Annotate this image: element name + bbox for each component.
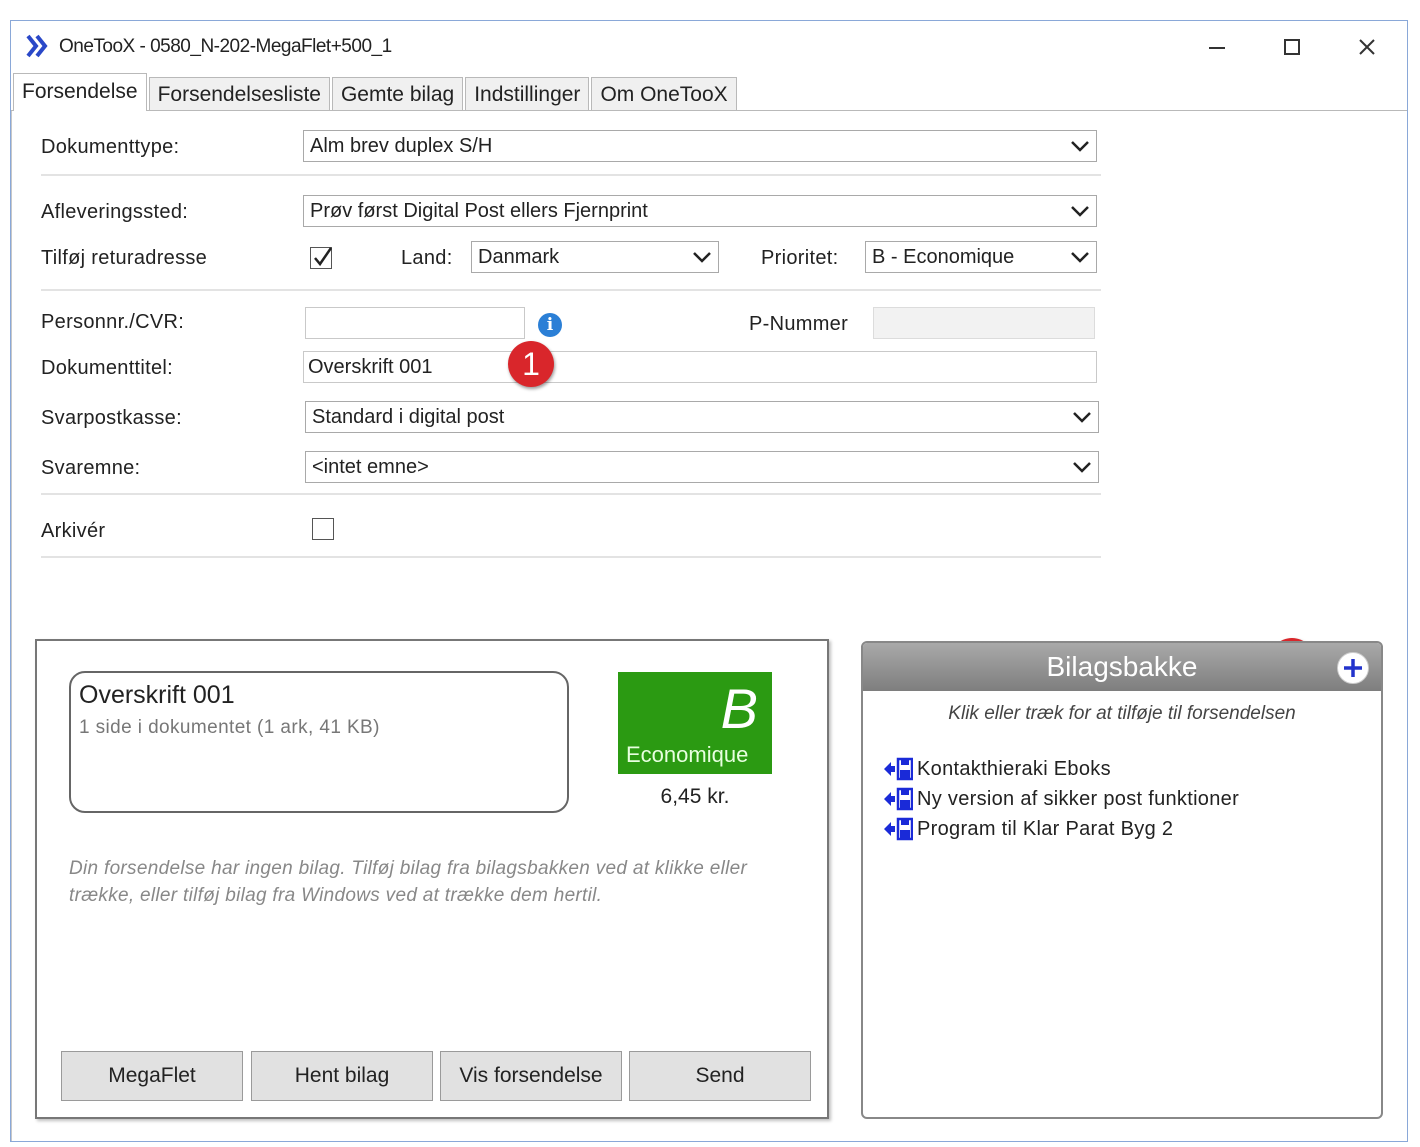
prioritet-label: Prioritet:	[761, 247, 839, 269]
prioritet-select[interactable]: B - Economique	[865, 241, 1097, 273]
minimize-icon	[1209, 47, 1225, 49]
maximize-button[interactable]	[1266, 29, 1318, 65]
tab-indstillinger[interactable]: Indstillinger	[465, 77, 590, 111]
priority-name: Economique	[626, 742, 749, 767]
prioritet-value: B - Economique	[872, 246, 1015, 268]
returadresse-label: Tilføj returadresse	[41, 247, 208, 269]
dokumenttitel-input[interactable]: Overskrift 001	[303, 351, 1097, 383]
personnr-label: Personnr./CVR:	[41, 311, 185, 333]
tray-item-label: Kontakthieraki Eboks	[917, 757, 1111, 780]
divider	[41, 174, 1101, 176]
document-title: Overskrift 001	[79, 681, 235, 709]
document-card[interactable]: Overskrift 001 1 side i dokumentet (1 ar…	[69, 671, 569, 813]
land-select[interactable]: Danmark	[471, 241, 719, 273]
tab-forsendelsesliste[interactable]: Forsendelsesliste	[148, 77, 330, 111]
tab-om-onetoox[interactable]: Om OneTooX	[591, 77, 737, 111]
tray-header: Bilagsbakke	[863, 643, 1381, 691]
close-button[interactable]	[1341, 29, 1393, 65]
svarpostkasse-label: Svarpostkasse:	[41, 407, 182, 429]
close-icon	[1359, 39, 1375, 55]
chevron-down-icon	[1071, 252, 1089, 263]
divider	[41, 556, 1101, 558]
divider	[41, 493, 1101, 495]
minimize-button[interactable]	[1191, 29, 1243, 65]
arrow-left-save-icon	[884, 757, 913, 781]
tray-item[interactable]: Program til Klar Parat Byg 2	[883, 815, 1173, 843]
add-attachment-button[interactable]	[1337, 652, 1369, 684]
chevron-down-icon	[1073, 412, 1091, 423]
afleveringssted-label: Afleveringssted:	[41, 201, 189, 223]
svaremne-label: Svaremne:	[41, 457, 141, 479]
no-attachments-message: Din forsendelse har ingen bilag. Tilføj …	[69, 858, 748, 906]
priority-letter: B	[720, 677, 758, 740]
dokumenttype-select[interactable]: Alm brev duplex S/H	[303, 130, 1097, 162]
svarpostkasse-select[interactable]: Standard i digital post	[305, 401, 1099, 433]
land-label: Land:	[401, 247, 453, 269]
svaremne-value: <intet emne>	[312, 456, 429, 478]
price-label: 6,45 kr.	[660, 785, 730, 808]
vis-forsendelse-button[interactable]: Vis forsendelse	[440, 1051, 622, 1101]
svaremne-select[interactable]: <intet emne>	[305, 451, 1099, 483]
dokumenttype-label: Dokumenttype:	[41, 136, 180, 158]
tray-item[interactable]: Ny version af sikker post funktioner	[883, 785, 1239, 813]
afleveringssted-select[interactable]: Prøv først Digital Post ellers Fjernprin…	[303, 195, 1097, 227]
arkiver-checkbox[interactable]	[312, 518, 334, 540]
afleveringssted-value: Prøv først Digital Post ellers Fjernprin…	[310, 200, 648, 222]
svarpostkasse-value: Standard i digital post	[312, 406, 505, 428]
chevron-down-icon	[1071, 141, 1089, 152]
document-info: 1 side i dokumentet (1 ark, 41 KB)	[79, 717, 380, 738]
title-bar: OneTooX - 0580_N-202-MegaFlet+500_1	[11, 21, 1407, 73]
app-window: OneTooX - 0580_N-202-MegaFlet+500_1 Fors…	[10, 20, 1408, 1142]
info-icon[interactable]: i	[538, 313, 562, 337]
attachment-tray: Bilagsbakke Klik eller træk for at tilfø…	[861, 641, 1383, 1119]
personnr-input[interactable]	[305, 307, 525, 339]
maximize-icon	[1284, 39, 1300, 55]
chevron-down-icon	[1073, 462, 1091, 473]
panel-left-border	[11, 111, 12, 1141]
megaflet-button[interactable]: MegaFlet	[61, 1051, 243, 1101]
land-value: Danmark	[478, 246, 560, 268]
priority-badge: B Economique	[618, 672, 772, 774]
tab-forsendelse[interactable]: Forsendelse	[13, 73, 147, 111]
annotation-badge-1: 1	[508, 341, 554, 387]
tray-title: Bilagsbakke	[1046, 651, 1198, 682]
dokumenttype-value: Alm brev duplex S/H	[310, 135, 493, 157]
tray-item-label: Program til Klar Parat Byg 2	[917, 817, 1174, 840]
checkmark-icon	[314, 247, 333, 267]
arrow-left-save-icon	[884, 817, 913, 841]
arrow-left-save-icon	[884, 787, 913, 811]
send-button[interactable]: Send	[629, 1051, 811, 1101]
chevron-down-icon	[693, 252, 711, 263]
onetoox-logo-icon	[26, 34, 48, 58]
window-title: OneTooX - 0580_N-202-MegaFlet+500_1	[59, 36, 392, 57]
pnummer-input[interactable]	[873, 307, 1095, 339]
plus-icon	[1344, 659, 1362, 677]
tab-gemte-bilag[interactable]: Gemte bilag	[331, 77, 464, 111]
tray-hint: Klik eller træk for at tilføje til forse…	[948, 703, 1296, 724]
tab-divider	[11, 110, 1407, 111]
pnummer-label: P-Nummer	[749, 313, 849, 335]
divider	[41, 289, 1101, 291]
hent-bilag-button[interactable]: Hent bilag	[251, 1051, 433, 1101]
tray-item[interactable]: Kontakthieraki Eboks	[883, 755, 1111, 783]
dokumenttitel-label: Dokumenttitel:	[41, 357, 174, 379]
tab-bar: Forsendelse Forsendelsesliste Gemte bila…	[13, 73, 739, 111]
chevron-down-icon	[1071, 206, 1089, 217]
returadresse-checkbox[interactable]	[310, 247, 333, 269]
tray-item-label: Ny version af sikker post funktioner	[917, 787, 1240, 810]
arkiver-label: Arkivér	[41, 520, 106, 542]
